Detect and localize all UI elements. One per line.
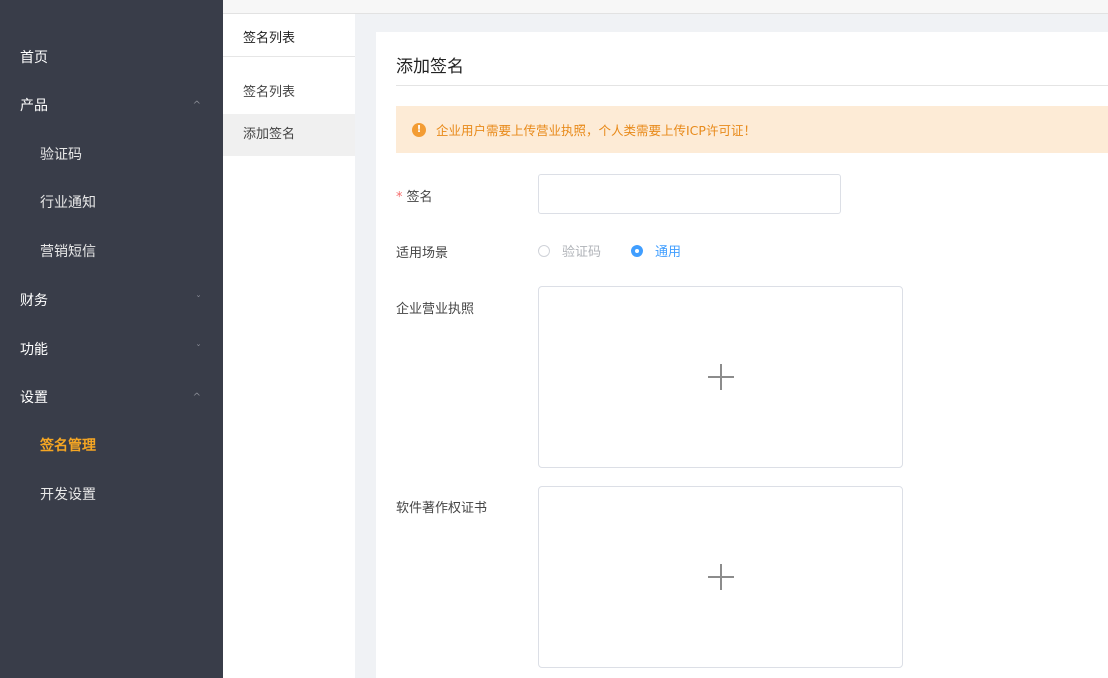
sidebar-item-label: 行业通知 bbox=[40, 195, 96, 211]
sidebar-item-marketing-sms[interactable]: 营销短信 bbox=[0, 227, 223, 275]
sidebar-item-label: 财务 bbox=[20, 293, 48, 309]
alert-text: 企业用户需要上传营业执照，个人类需要上传ICP许可证！ bbox=[436, 123, 756, 138]
sidebar-item-label: 首页 bbox=[20, 50, 48, 66]
required-mark: * bbox=[396, 190, 403, 205]
add-signature-card: 添加签名 ! 企业用户需要上传营业执照，个人类需要上传ICP许可证！ * 签名 适… bbox=[376, 32, 1108, 678]
signature-label: * 签名 bbox=[396, 186, 433, 205]
scene-option-general[interactable]: 通用 bbox=[631, 241, 681, 260]
sidebar-item-label: 开发设置 bbox=[40, 487, 96, 503]
top-bar bbox=[223, 0, 1108, 14]
plus-icon bbox=[707, 364, 734, 390]
title-divider bbox=[396, 85, 1108, 86]
signature-label-text: 签名 bbox=[406, 190, 433, 205]
main-sidebar: 首页 产品 ^ 验证码 行业通知 营销短信 财务 ˇ 功能 ˇ 设置 ^ 签名管… bbox=[0, 0, 223, 678]
page-title: 添加签名 bbox=[396, 57, 464, 77]
sidebar-item-label: 设置 bbox=[20, 390, 48, 406]
business-license-label: 企业营业执照 bbox=[396, 302, 475, 317]
sidebar-item-signature-management[interactable]: 签名管理 bbox=[0, 421, 223, 469]
sidebar-item-verification-code[interactable]: 验证码 bbox=[0, 130, 223, 178]
warning-circle-icon: ! bbox=[412, 122, 426, 137]
plus-icon bbox=[707, 564, 734, 590]
sidebar-item-label: 签名管理 bbox=[40, 438, 96, 454]
secondary-panel: 签名列表 签名列表 添加签名 bbox=[223, 14, 355, 678]
sidebar-item-home[interactable]: 首页 bbox=[0, 33, 223, 81]
chevron-up-icon: ^ bbox=[192, 391, 201, 403]
signature-input[interactable] bbox=[538, 174, 841, 214]
chevron-down-icon: ˇ bbox=[196, 343, 201, 355]
radio-label: 通用 bbox=[655, 245, 682, 260]
software-copyright-upload[interactable] bbox=[538, 486, 903, 668]
radio-checked-icon bbox=[631, 244, 644, 257]
sidebar-item-label: 功能 bbox=[20, 342, 48, 358]
chevron-down-icon: ˇ bbox=[196, 294, 201, 306]
sidebar-item-functions[interactable]: 功能 ˇ bbox=[0, 325, 223, 373]
sidebar-item-industry-notice[interactable]: 行业通知 bbox=[0, 178, 223, 226]
scene-option-verification-code[interactable]: 验证码 bbox=[538, 241, 601, 260]
sidebar-item-settings[interactable]: 设置 ^ bbox=[0, 373, 223, 421]
notice-alert: ! 企业用户需要上传营业执照，个人类需要上传ICP许可证！ bbox=[396, 106, 1108, 153]
subpanel-title: 签名列表 bbox=[223, 14, 355, 57]
sidebar-item-finance[interactable]: 财务 ˇ bbox=[0, 276, 223, 324]
sidebar-item-label: 验证码 bbox=[40, 147, 82, 163]
sidebar-item-label: 营销短信 bbox=[40, 244, 96, 260]
radio-label: 验证码 bbox=[562, 245, 602, 260]
scene-radio-group: 验证码 通用 bbox=[538, 241, 711, 260]
sidebar-item-developer-settings[interactable]: 开发设置 bbox=[0, 470, 223, 518]
sidebar-item-label: 产品 bbox=[20, 98, 48, 114]
sidebar-item-products[interactable]: 产品 ^ bbox=[0, 81, 223, 129]
chevron-up-icon: ^ bbox=[192, 99, 201, 111]
software-copyright-label: 软件著作权证书 bbox=[396, 501, 488, 516]
radio-icon bbox=[538, 244, 550, 257]
scene-label: 适用场景 bbox=[396, 246, 449, 261]
business-license-upload[interactable] bbox=[538, 286, 903, 468]
subpanel-link-add-signature[interactable]: 添加签名 bbox=[223, 114, 355, 156]
subpanel-link-signature-list[interactable]: 签名列表 bbox=[223, 72, 355, 114]
